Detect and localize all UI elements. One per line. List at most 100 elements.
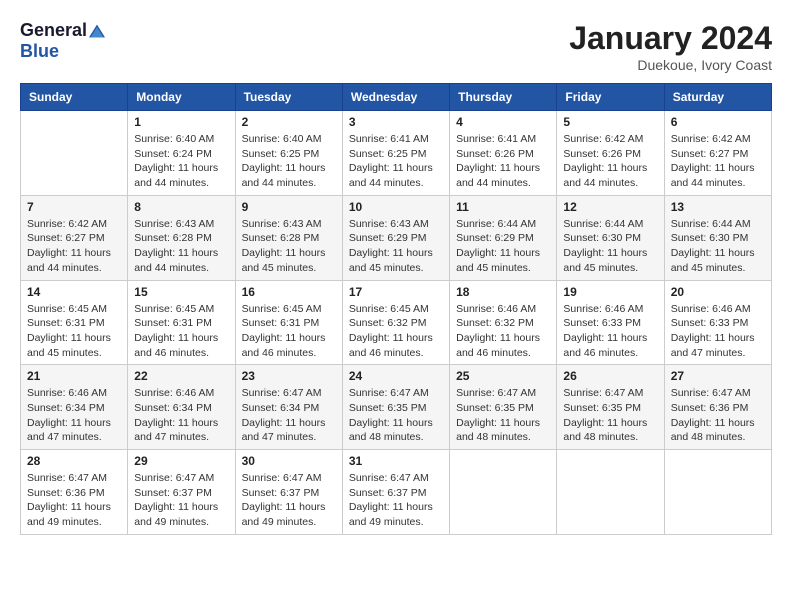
calendar-cell: 24 Sunrise: 6:47 AMSunset: 6:35 PMDayligh… — [342, 365, 449, 450]
day-number: 15 — [134, 285, 228, 299]
column-header-friday: Friday — [557, 84, 664, 111]
location: Duekoue, Ivory Coast — [569, 57, 772, 73]
day-info: Sunrise: 6:44 AMSunset: 6:29 PMDaylight:… — [456, 217, 550, 276]
day-info: Sunrise: 6:43 AMSunset: 6:28 PMDaylight:… — [242, 217, 336, 276]
calendar-week-row: 28 Sunrise: 6:47 AMSunset: 6:36 PMDayligh… — [21, 450, 772, 535]
calendar-cell: 14Sunrise: 6:45 AMSunset: 6:31 PMDayligh… — [21, 280, 128, 365]
day-info: Sunrise: 6:45 AMSunset: 6:31 PMDaylight:… — [242, 302, 336, 361]
calendar-cell: 15 Sunrise: 6:45 AMSunset: 6:31 PMDayligh… — [128, 280, 235, 365]
calendar-cell: 30 Sunrise: 6:47 AMSunset: 6:37 PMDayligh… — [235, 450, 342, 535]
day-number: 25 — [456, 369, 550, 383]
day-number: 20 — [671, 285, 765, 299]
calendar-cell: 18Sunrise: 6:46 AMSunset: 6:32 PMDayligh… — [450, 280, 557, 365]
day-info: Sunrise: 6:43 AMSunset: 6:29 PMDaylight:… — [349, 217, 443, 276]
calendar-cell: 26 Sunrise: 6:47 AMSunset: 6:35 PMDayligh… — [557, 365, 664, 450]
day-info: Sunrise: 6:46 AMSunset: 6:34 PMDaylight:… — [134, 386, 228, 445]
column-header-monday: Monday — [128, 84, 235, 111]
day-number: 7 — [27, 200, 121, 214]
calendar-cell: 22Sunrise: 6:46 AMSunset: 6:34 PMDayligh… — [128, 365, 235, 450]
day-number: 6 — [671, 115, 765, 129]
day-info: Sunrise: 6:46 AMSunset: 6:33 PMDaylight:… — [563, 302, 657, 361]
title-block: January 2024 Duekoue, Ivory Coast — [569, 20, 772, 73]
day-number: 1 — [134, 115, 228, 129]
day-info: Sunrise: 6:45 AMSunset: 6:31 PMDaylight:… — [134, 302, 228, 361]
day-number: 14 — [27, 285, 121, 299]
calendar-cell — [21, 111, 128, 196]
month-title: January 2024 — [569, 20, 772, 57]
logo-icon — [89, 23, 105, 39]
day-number: 16 — [242, 285, 336, 299]
calendar-cell: 9 Sunrise: 6:43 AMSunset: 6:28 PMDaylight… — [235, 195, 342, 280]
calendar-cell: 6 Sunrise: 6:42 AMSunset: 6:27 PMDaylight… — [664, 111, 771, 196]
day-info: Sunrise: 6:46 AMSunset: 6:33 PMDaylight:… — [671, 302, 765, 361]
day-number: 28 — [27, 454, 121, 468]
calendar-week-row: 1Sunrise: 6:40 AMSunset: 6:24 PMDaylight… — [21, 111, 772, 196]
calendar-cell: 29 Sunrise: 6:47 AMSunset: 6:37 PMDayligh… — [128, 450, 235, 535]
calendar-cell: 12 Sunrise: 6:44 AMSunset: 6:30 PMDayligh… — [557, 195, 664, 280]
day-number: 9 — [242, 200, 336, 214]
day-info: Sunrise: 6:44 AMSunset: 6:30 PMDaylight:… — [563, 217, 657, 276]
day-info: Sunrise: 6:47 AMSunset: 6:37 PMDaylight:… — [134, 471, 228, 530]
day-info: Sunrise: 6:40 AMSunset: 6:25 PMDaylight:… — [242, 132, 336, 191]
calendar-cell: 3 Sunrise: 6:41 AMSunset: 6:25 PMDaylight… — [342, 111, 449, 196]
logo-blue-text: Blue — [20, 41, 59, 62]
day-number: 12 — [563, 200, 657, 214]
day-info: Sunrise: 6:46 AMSunset: 6:34 PMDaylight:… — [27, 386, 121, 445]
calendar-cell: 4 Sunrise: 6:41 AMSunset: 6:26 PMDaylight… — [450, 111, 557, 196]
day-info: Sunrise: 6:47 AMSunset: 6:35 PMDaylight:… — [456, 386, 550, 445]
column-header-wednesday: Wednesday — [342, 84, 449, 111]
day-info: Sunrise: 6:46 AMSunset: 6:32 PMDaylight:… — [456, 302, 550, 361]
logo-general-text: General — [20, 20, 87, 41]
calendar-week-row: 21 Sunrise: 6:46 AMSunset: 6:34 PMDayligh… — [21, 365, 772, 450]
calendar-cell: 2 Sunrise: 6:40 AMSunset: 6:25 PMDaylight… — [235, 111, 342, 196]
day-number: 10 — [349, 200, 443, 214]
day-info: Sunrise: 6:42 AMSunset: 6:27 PMDaylight:… — [671, 132, 765, 191]
calendar-cell: 5 Sunrise: 6:42 AMSunset: 6:26 PMDaylight… — [557, 111, 664, 196]
calendar-cell — [664, 450, 771, 535]
day-info: Sunrise: 6:43 AMSunset: 6:28 PMDaylight:… — [134, 217, 228, 276]
calendar-cell: 17 Sunrise: 6:45 AMSunset: 6:32 PMDayligh… — [342, 280, 449, 365]
day-info: Sunrise: 6:47 AMSunset: 6:35 PMDaylight:… — [563, 386, 657, 445]
day-number: 23 — [242, 369, 336, 383]
day-number: 26 — [563, 369, 657, 383]
day-info: Sunrise: 6:45 AMSunset: 6:32 PMDaylight:… — [349, 302, 443, 361]
day-number: 3 — [349, 115, 443, 129]
calendar-cell: 27 Sunrise: 6:47 AMSunset: 6:36 PMDayligh… — [664, 365, 771, 450]
day-info: Sunrise: 6:47 AMSunset: 6:36 PMDaylight:… — [671, 386, 765, 445]
day-number: 11 — [456, 200, 550, 214]
day-number: 30 — [242, 454, 336, 468]
calendar-cell: 28 Sunrise: 6:47 AMSunset: 6:36 PMDayligh… — [21, 450, 128, 535]
day-number: 27 — [671, 369, 765, 383]
day-number: 8 — [134, 200, 228, 214]
day-info: Sunrise: 6:41 AMSunset: 6:26 PMDaylight:… — [456, 132, 550, 191]
day-number: 13 — [671, 200, 765, 214]
day-info: Sunrise: 6:41 AMSunset: 6:25 PMDaylight:… — [349, 132, 443, 191]
calendar-cell: 13Sunrise: 6:44 AMSunset: 6:30 PMDayligh… — [664, 195, 771, 280]
calendar-table: SundayMondayTuesdayWednesdayThursdayFrid… — [20, 83, 772, 535]
calendar-cell: 20 Sunrise: 6:46 AMSunset: 6:33 PMDayligh… — [664, 280, 771, 365]
day-number: 19 — [563, 285, 657, 299]
day-info: Sunrise: 6:47 AMSunset: 6:37 PMDaylight:… — [242, 471, 336, 530]
day-number: 21 — [27, 369, 121, 383]
day-number: 17 — [349, 285, 443, 299]
calendar-cell: 16 Sunrise: 6:45 AMSunset: 6:31 PMDayligh… — [235, 280, 342, 365]
day-info: Sunrise: 6:47 AMSunset: 6:36 PMDaylight:… — [27, 471, 121, 530]
day-info: Sunrise: 6:42 AMSunset: 6:26 PMDaylight:… — [563, 132, 657, 191]
column-header-sunday: Sunday — [21, 84, 128, 111]
calendar-week-row: 14 Sunrise: 6:45 AMSunset: 6:31 PMDayligh… — [21, 280, 772, 365]
calendar-cell: 23Sunrise: 6:47 AMSunset: 6:34 PMDayligh… — [235, 365, 342, 450]
day-number: 29 — [134, 454, 228, 468]
day-number: 5 — [563, 115, 657, 129]
day-number: 4 — [456, 115, 550, 129]
column-header-tuesday: Tuesday — [235, 84, 342, 111]
calendar-cell: 25 Sunrise: 6:47 AMSunset: 6:35 PMDayligh… — [450, 365, 557, 450]
calendar-header-row: SundayMondayTuesdayWednesdayThursdayFrid… — [21, 84, 772, 111]
calendar-cell: 11 Sunrise: 6:44 AMSunset: 6:29 PMDayligh… — [450, 195, 557, 280]
column-header-thursday: Thursday — [450, 84, 557, 111]
column-header-saturday: Saturday — [664, 84, 771, 111]
day-number: 31 — [349, 454, 443, 468]
day-number: 2 — [242, 115, 336, 129]
day-number: 24 — [349, 369, 443, 383]
day-info: Sunrise: 6:47 AMSunset: 6:35 PMDaylight:… — [349, 386, 443, 445]
day-info: Sunrise: 6:42 AMSunset: 6:27 PMDaylight:… — [27, 217, 121, 276]
